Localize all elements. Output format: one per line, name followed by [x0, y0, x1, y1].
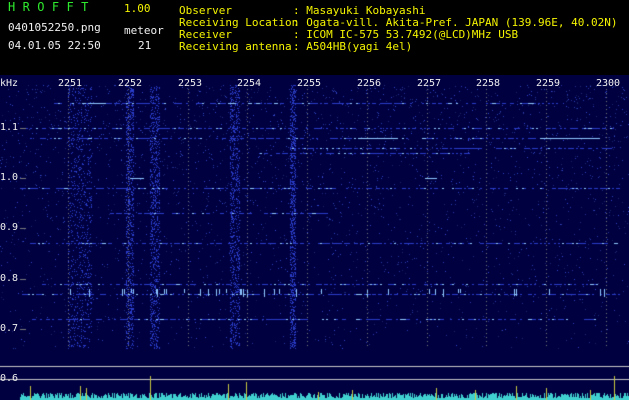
observation-datetime: 04.01.05 22:50: [8, 39, 101, 52]
time-tick-label: 2300: [596, 78, 621, 89]
frequency-tick-label: 0.8: [0, 273, 19, 284]
file-name: 0401052250.png: [8, 21, 101, 34]
frequency-tick-label: 1.0: [0, 172, 19, 183]
frequency-tick-label: 1.1: [0, 122, 19, 133]
spectrogram-canvas: [0, 75, 629, 400]
antenna-value: : A504HB(yagi 4el): [293, 40, 413, 53]
antenna-label: Receiving antenna: [179, 40, 292, 53]
frequency-unit-label: kHz: [0, 78, 19, 89]
frequency-tick-label: 0.6: [0, 373, 19, 384]
time-tick-label: 2254: [237, 78, 262, 89]
time-tick-label: 2252: [118, 78, 143, 89]
meteor-label: meteor: [124, 24, 164, 37]
app-name: HROFFT: [8, 0, 96, 14]
time-tick-label: 2253: [178, 78, 203, 89]
time-tick-label: 2257: [417, 78, 442, 89]
time-tick-label: 2258: [476, 78, 501, 89]
time-tick-label: 2259: [536, 78, 561, 89]
app-version: 1.00: [124, 2, 151, 15]
frequency-tick-label: 0.7: [0, 323, 19, 334]
meteor-count: 21: [138, 39, 152, 52]
time-tick-label: 2256: [357, 78, 382, 89]
time-tick-label: 2251: [58, 78, 83, 89]
header-panel: HROFFT 1.00 0401052250.png meteor 04.01.…: [0, 0, 629, 75]
time-tick-label: 2255: [297, 78, 322, 89]
frequency-tick-label: 0.9: [0, 222, 19, 233]
